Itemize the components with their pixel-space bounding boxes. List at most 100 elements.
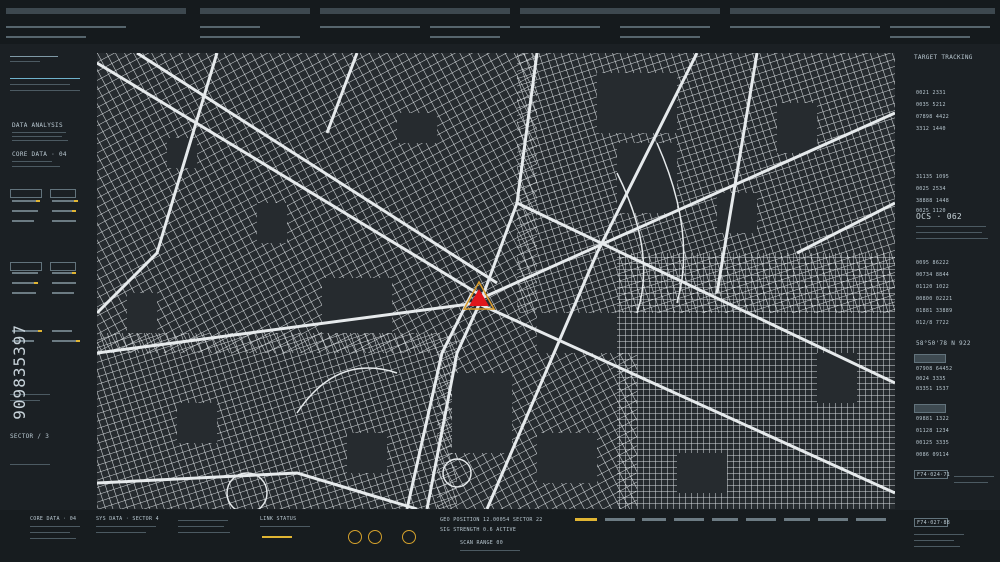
divider — [10, 90, 80, 91]
top-tick — [200, 26, 260, 28]
level-indicator — [34, 282, 38, 284]
top-tick — [620, 36, 700, 38]
watermark-id: 909835397 — [10, 324, 29, 420]
level-indicator — [74, 200, 78, 202]
top-tick — [430, 26, 510, 28]
left-data-panel: DATA ANALYSIS CORE DATA · 04 SECTOR / 3 — [0, 44, 96, 514]
level-bar — [674, 518, 704, 521]
value-row: 3312 1440 — [916, 126, 946, 132]
top-tick — [200, 36, 300, 38]
divider — [10, 78, 80, 79]
value-row: 0035 5212 — [916, 102, 946, 108]
label-box — [914, 354, 946, 363]
status-label: SYS DATA · SECTOR 4 — [96, 516, 159, 522]
value-row: 012/8 7722 — [916, 320, 950, 326]
coord-readout: 58°50'78 N 922 — [916, 340, 971, 347]
value-row: 00734 8844 — [916, 272, 950, 278]
top-segment — [6, 8, 186, 14]
value-row: 01120 1022 — [916, 284, 950, 290]
value-row: 0021 2331 — [916, 90, 946, 96]
level-bar — [642, 518, 666, 521]
level-bar — [784, 518, 810, 521]
top-tick — [6, 26, 126, 28]
level-bar — [856, 518, 886, 521]
divider — [10, 464, 50, 465]
level-bar — [52, 340, 76, 342]
level-bar — [52, 210, 72, 212]
text-line — [260, 526, 310, 527]
level-bar — [12, 200, 36, 202]
level-bar — [818, 518, 848, 521]
level-bar — [12, 210, 38, 212]
top-segment — [730, 8, 995, 14]
text-line — [30, 532, 70, 533]
value-row: 31135 1095 — [916, 174, 950, 180]
label-box — [10, 189, 42, 198]
text-line — [916, 226, 986, 227]
progress-ring-icon — [368, 530, 382, 544]
status-label: LINK STATUS — [260, 516, 297, 522]
level-bar — [12, 292, 36, 294]
top-tick — [890, 26, 990, 28]
text-line — [30, 538, 76, 539]
sector-label: SECTOR / 3 — [10, 433, 50, 440]
level-indicator — [72, 210, 76, 212]
map-canvas — [97, 53, 895, 509]
label-box — [914, 404, 946, 413]
top-segment — [200, 8, 310, 14]
level-bar — [52, 292, 74, 294]
status-label: CORE DATA · 04 — [30, 516, 77, 522]
text-line — [178, 520, 228, 521]
level-bar — [746, 518, 776, 521]
level-bar — [262, 536, 292, 538]
readout-line: GEO POSITION 12.00054 SECTOR 22 — [440, 517, 543, 523]
value-row: 07908 64452 — [916, 366, 953, 372]
section-data-analysis: DATA ANALYSIS — [12, 122, 63, 129]
level-bar — [12, 220, 34, 222]
city-map[interactable] — [97, 53, 895, 509]
level-bar — [52, 200, 74, 202]
text-line — [914, 546, 960, 547]
level-bar — [12, 282, 34, 284]
text-line — [96, 526, 156, 527]
level-bar — [52, 330, 72, 332]
tag-label: F74·027·88 — [917, 520, 951, 526]
text-line — [12, 166, 60, 167]
target-marker[interactable] — [462, 279, 496, 317]
text-line — [12, 132, 66, 133]
code-label: OCS · 062 — [916, 212, 963, 221]
label-box — [50, 189, 76, 198]
divider — [10, 56, 58, 57]
text-line — [178, 532, 230, 533]
level-indicator — [38, 330, 42, 332]
top-tick — [620, 26, 710, 28]
top-tick — [730, 26, 880, 28]
divider — [10, 84, 70, 85]
top-segment — [320, 8, 510, 14]
progress-ring-icon — [348, 530, 362, 544]
level-bar — [575, 518, 597, 521]
top-tick — [320, 26, 420, 28]
level-bar — [605, 518, 635, 521]
value-row: 09881 1322 — [916, 416, 950, 422]
text-line — [12, 136, 62, 137]
value-row: 07898 4422 — [916, 114, 950, 120]
text-line — [460, 550, 520, 551]
progress-ring-icon — [402, 530, 416, 544]
level-indicator — [36, 200, 40, 202]
section-core-data: CORE DATA · 04 — [12, 151, 67, 158]
readout-line: SCAN RANGE 00 — [460, 540, 504, 546]
top-tick — [890, 36, 970, 38]
level-bar — [712, 518, 738, 521]
label-box — [50, 262, 76, 271]
text-line — [178, 526, 224, 527]
target-tracking-title: TARGET TRACKING — [914, 54, 973, 61]
value-row: 0024 3335 — [916, 376, 946, 382]
value-row: 0095 86222 — [916, 260, 950, 266]
tag-label: F74·024·71 — [917, 472, 951, 478]
value-row: 0025 2534 — [916, 186, 946, 192]
label-box — [10, 262, 42, 271]
value-row: 00800 02221 — [916, 296, 953, 302]
level-bar — [12, 272, 38, 274]
text-line — [954, 476, 994, 477]
